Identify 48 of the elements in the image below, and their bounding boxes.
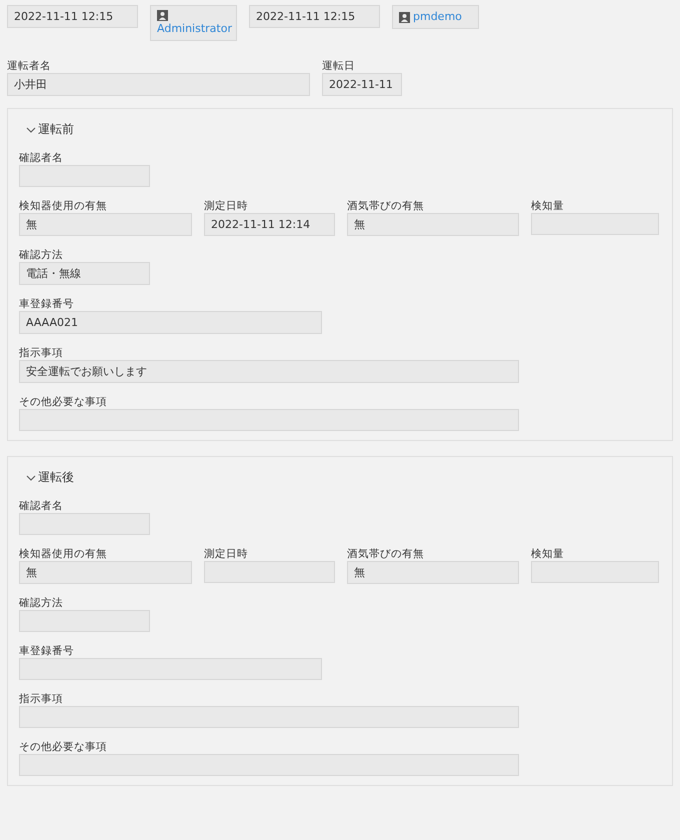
field-label: 車登録番号 xyxy=(19,645,75,658)
field-label: 指示事項 xyxy=(19,693,64,706)
chevron-icon xyxy=(26,124,36,134)
readonly-field[interactable]: 安全運転でお願いします xyxy=(19,360,519,383)
readonly-field[interactable] xyxy=(19,658,322,680)
field-label: その他必要な事項 xyxy=(19,396,108,409)
readonly-field[interactable] xyxy=(19,610,150,632)
field-label: 指示事項 xyxy=(19,347,64,360)
section-toggle[interactable]: 運転後 xyxy=(26,469,661,486)
field-label: 運転者名 xyxy=(7,60,52,73)
readonly-field[interactable] xyxy=(204,561,335,583)
readonly-field[interactable]: 無 xyxy=(347,561,519,584)
field-label: 検知器使用の有無 xyxy=(19,548,108,561)
readonly-field[interactable]: AAAA021 xyxy=(19,311,322,334)
readonly-field[interactable] xyxy=(531,213,659,235)
section-toggle[interactable]: 運転前 xyxy=(26,121,661,138)
readonly-field[interactable] xyxy=(531,561,659,583)
readonly-field[interactable] xyxy=(19,706,519,728)
user-icon xyxy=(157,10,168,21)
field-label: 確認方法 xyxy=(19,249,64,262)
user-icon xyxy=(399,12,410,22)
readonly-field[interactable]: 2022-11-11 xyxy=(322,73,402,96)
readonly-field[interactable] xyxy=(19,409,519,431)
readonly-field[interactable]: 無 xyxy=(347,213,519,236)
field-label: その他必要な事項 xyxy=(19,741,108,754)
field-label: 確認者名 xyxy=(19,152,64,165)
field-label: 検知量 xyxy=(531,200,565,213)
field-label: 確認者名 xyxy=(19,500,64,513)
field-label: 酒気帯びの有無 xyxy=(347,200,425,213)
field-label: 酒気帯びの有無 xyxy=(347,548,425,561)
field-label: 測定日時 xyxy=(204,548,249,561)
field-label: 検知量 xyxy=(531,548,565,561)
chevron-icon xyxy=(26,472,36,482)
timestamp-field: 2022-11-11 12:15 xyxy=(7,5,138,28)
readonly-field[interactable]: 無 xyxy=(19,561,192,584)
field-label: 検知器使用の有無 xyxy=(19,200,108,213)
readonly-field[interactable]: 無 xyxy=(19,213,192,236)
readonly-field[interactable]: 電話・無線 xyxy=(19,262,150,285)
timestamp-field: 2022-11-11 12:15 xyxy=(249,5,380,28)
field-label: 測定日時 xyxy=(204,200,249,213)
readonly-field[interactable] xyxy=(19,754,519,776)
readonly-field[interactable]: 小井田 xyxy=(7,73,310,96)
readonly-field[interactable]: 2022-11-11 12:14 xyxy=(204,213,335,236)
field-label: 運転日 xyxy=(322,60,356,73)
field-label: 確認方法 xyxy=(19,597,64,610)
readonly-field[interactable] xyxy=(19,165,150,187)
readonly-field[interactable] xyxy=(19,513,150,535)
field-label: 車登録番号 xyxy=(19,298,75,311)
